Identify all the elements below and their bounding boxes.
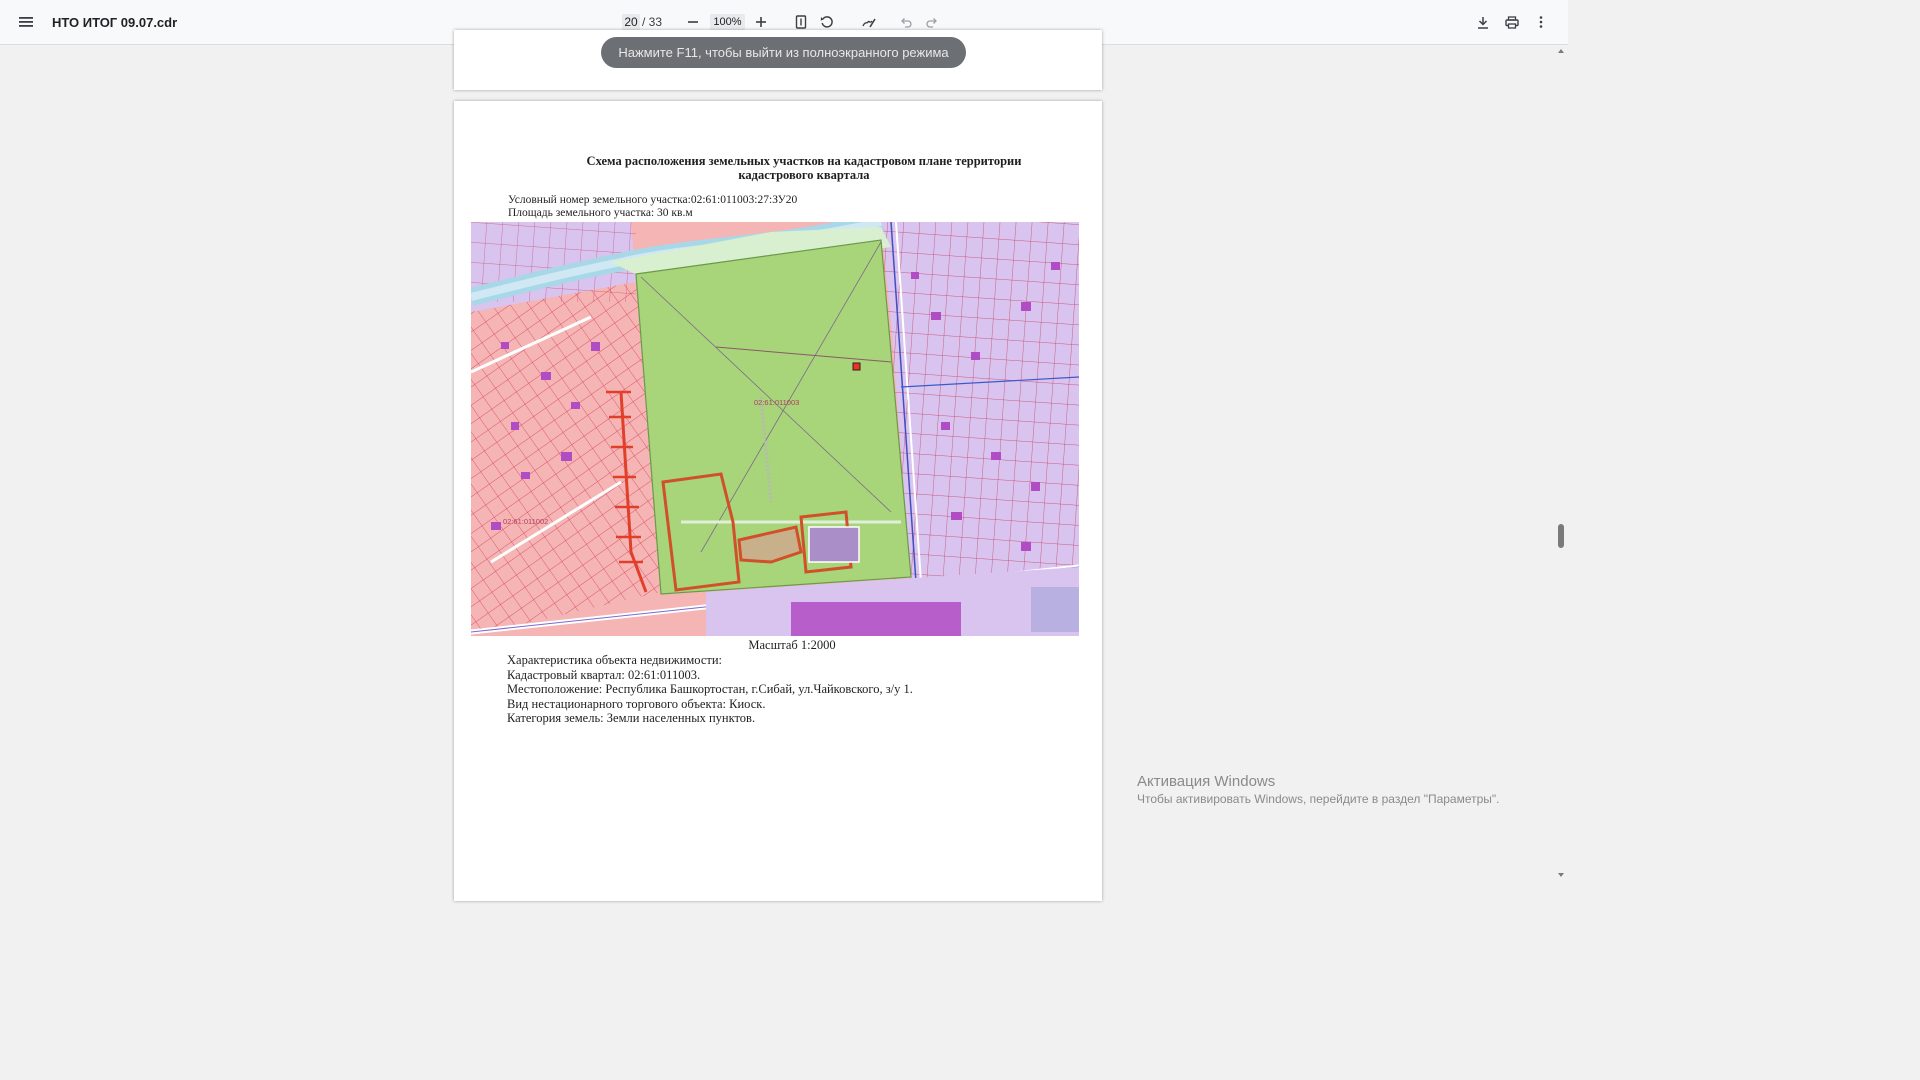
plot-area: Площадь земельного участка: 30 кв.м (508, 207, 693, 219)
zoom-level-input[interactable]: 100% (710, 14, 745, 31)
watermark-subtitle: Чтобы активировать Windows, перейдите в … (1137, 792, 1500, 806)
heading-line-1: Схема расположения земельных участков на… (586, 154, 1022, 168)
map-scale: Масштаб 1:2000 (748, 638, 836, 652)
quarter-label-main: 02:61:011003 (754, 398, 799, 407)
windows-activation-watermark: Активация Windows Чтобы активировать Win… (1137, 773, 1500, 806)
watermark-title: Активация Windows (1137, 773, 1276, 790)
scroll-thumb[interactable] (1558, 524, 1564, 548)
cadastral-map-image: 02:61:011003 02:61:011002 (471, 222, 1079, 636)
characteristics-quarter: Кадастровый квартал: 02:61:011003. (507, 668, 701, 682)
cadastral-map: 02:61:011003 02:61:011002 (471, 222, 1079, 636)
menu-icon[interactable] (13, 9, 39, 35)
characteristics-location: Местоположение: Республика Башкортостан,… (507, 682, 913, 696)
heading-line-2: кадастрового квартала (738, 168, 870, 182)
plot-marker (852, 362, 861, 371)
print-icon[interactable] (1499, 9, 1525, 35)
fullscreen-toast: Нажмите F11, чтобы выйти из полноэкранно… (601, 37, 966, 68)
download-icon[interactable] (1470, 9, 1496, 35)
pdf-page-current: Схема расположения земельных участков на… (454, 101, 1102, 901)
scrollbar[interactable] (1554, 46, 1568, 882)
quarter-label-left: 02:61:011002 (503, 517, 548, 526)
characteristics-heading: Характеристика объекта недвижимости: (507, 653, 722, 667)
more-vert-icon[interactable] (1528, 9, 1554, 35)
plot-number: Условный номер земельного участка:02:61:… (508, 194, 798, 206)
characteristics-type: Вид нестационарного торгового объекта: К… (507, 697, 766, 711)
document-title: НТО ИТОГ 09.07.cdr (52, 15, 178, 30)
scroll-up-icon[interactable] (1557, 48, 1565, 54)
document-heading: Схема расположения земельных участков на… (454, 154, 1154, 182)
page-total: / 33 (642, 15, 663, 29)
scroll-down-icon[interactable] (1557, 872, 1565, 878)
page-number-input[interactable]: 20 (622, 14, 640, 31)
characteristics-land-category: Категория земель: Земли населенных пункт… (507, 711, 756, 725)
